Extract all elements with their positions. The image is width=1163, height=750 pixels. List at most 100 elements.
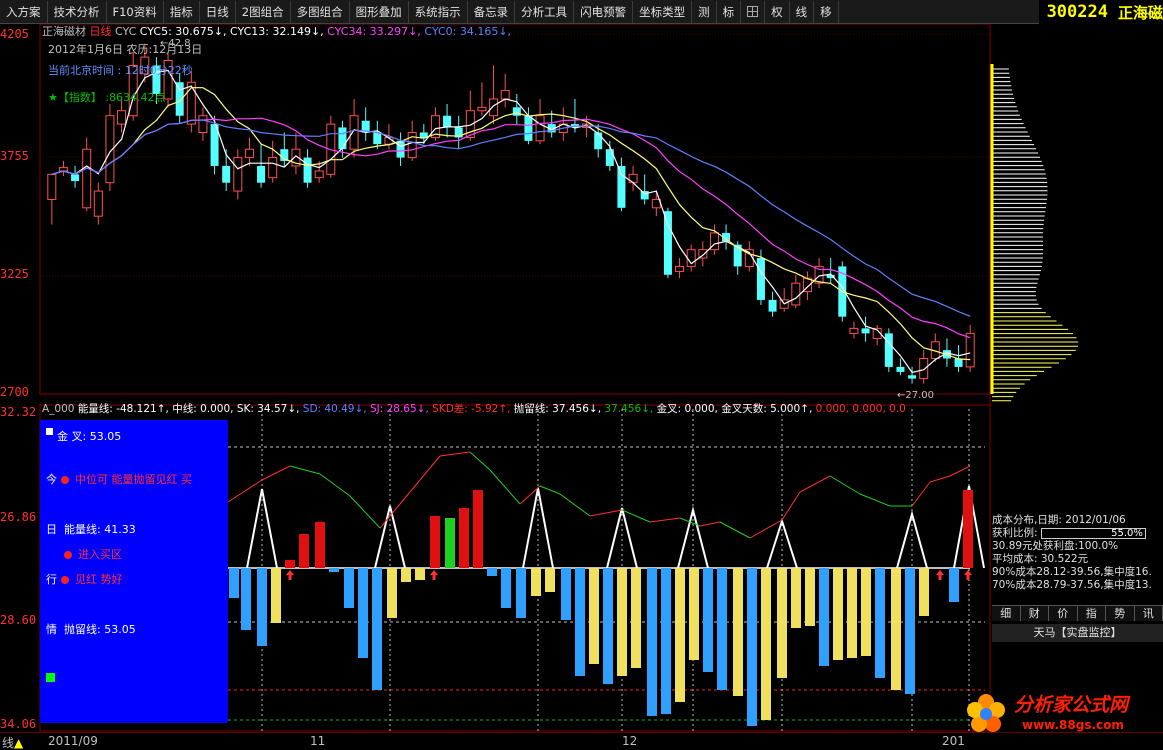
price-axis-label-2: 3225 bbox=[0, 267, 29, 281]
candle-body-6 bbox=[117, 110, 127, 125]
toolbar-tool-2[interactable] bbox=[741, 0, 766, 23]
toolbar-item-4[interactable]: 日线 bbox=[200, 0, 236, 23]
ma-line-cyc13 bbox=[51, 87, 971, 361]
indicator-bar-24 bbox=[575, 568, 585, 676]
info-row-3: 进入买区 bbox=[46, 546, 122, 562]
rp-tab-5[interactable]: 讯 bbox=[1135, 606, 1163, 621]
toolbar-item-6[interactable]: 多图组合 bbox=[291, 0, 350, 23]
rp-tab-1[interactable]: 财 bbox=[1021, 606, 1049, 621]
indicator-bar-9 bbox=[358, 568, 368, 658]
indicator-bar-35 bbox=[733, 568, 743, 696]
stock-name: 正海磁 bbox=[1117, 3, 1163, 22]
date-label-1: 11 bbox=[310, 734, 326, 748]
indicator-bar-14 bbox=[430, 516, 440, 568]
price-axis-label-3: 2700 bbox=[0, 385, 29, 399]
rp-tab-4[interactable]: 势 bbox=[1106, 606, 1135, 621]
toolbar-tool-0[interactable]: 测 bbox=[692, 0, 717, 23]
toolbar-tool-4[interactable]: 线 bbox=[790, 0, 815, 23]
cost-distribution-panel: 成本分布,日期: 2012/01/06 获利比例: 55.0% 30.89元处获… bbox=[992, 514, 1163, 592]
candle-body-75 bbox=[919, 358, 929, 380]
indicator-header: A_000 能量线: -48.121↑, 中线: 0.000, SK: 34.5… bbox=[42, 402, 906, 415]
toolbar-item-5[interactable]: 2图组合 bbox=[236, 0, 291, 23]
candle-body-54 bbox=[675, 265, 685, 272]
toolbar-item-8[interactable]: 系统指示 bbox=[409, 0, 468, 23]
rp-tab-3[interactable]: 指 bbox=[1078, 606, 1106, 621]
indicator-bar-2 bbox=[257, 568, 267, 646]
toolbar-item-10[interactable]: 分析工具 bbox=[515, 0, 575, 23]
ma-line-cyc34 bbox=[51, 117, 971, 339]
toolbar-item-1[interactable]: 技术分析 bbox=[48, 0, 107, 23]
toolbar-item-7[interactable]: 图形叠加 bbox=[350, 0, 409, 23]
candle-body-19 bbox=[268, 157, 278, 179]
indicator-bar-4 bbox=[285, 560, 295, 568]
candle-body-22 bbox=[303, 157, 312, 183]
candle-body-41 bbox=[524, 115, 533, 141]
indicator-bar-20 bbox=[516, 568, 526, 618]
candle-body-79 bbox=[965, 332, 975, 368]
info-jc: 金 叉: 53.05 bbox=[46, 428, 121, 444]
toolbar-tool-3[interactable]: 权 bbox=[765, 0, 790, 23]
candle-body-47 bbox=[594, 132, 603, 150]
watermark-title: 分析家公式网 bbox=[1014, 694, 1129, 716]
toolbar-tool-1[interactable]: 标 bbox=[717, 0, 742, 23]
rp-tab-0[interactable]: 细 bbox=[992, 606, 1021, 621]
indicator-bar-43 bbox=[847, 568, 857, 658]
toolbar-tool-5[interactable]: 移 bbox=[814, 0, 839, 23]
tianma-button[interactable]: 天马【实盘监控】 bbox=[992, 624, 1163, 642]
indicator-bar-28 bbox=[631, 568, 641, 668]
indicator-bar-27 bbox=[617, 568, 627, 676]
indicator-bar-16 bbox=[459, 508, 469, 568]
candle-body-25 bbox=[338, 127, 347, 150]
indicator-bar-42 bbox=[833, 568, 843, 660]
date-label-2: 12 bbox=[622, 734, 638, 748]
candle-body-30 bbox=[396, 140, 405, 158]
indicator-bar-5 bbox=[299, 534, 309, 568]
date-line: 2012年1月6日 农历:12月13日 bbox=[48, 42, 202, 56]
indicator-bar-33 bbox=[703, 568, 713, 672]
candle-body-64 bbox=[791, 282, 801, 306]
toolbar-item-0[interactable]: 入方案 bbox=[0, 0, 48, 23]
candle-body-49 bbox=[617, 165, 626, 208]
info-row-5: 情 抛留线: 53.05 bbox=[46, 623, 136, 636]
indicator-axis-label-2: 28.60 bbox=[0, 613, 36, 627]
candle-body-3 bbox=[82, 148, 92, 209]
candle-body-51 bbox=[640, 191, 649, 200]
indicator-bar-26 bbox=[603, 568, 613, 684]
indicator-bar-15 bbox=[445, 518, 455, 568]
indicator-bar-18 bbox=[487, 568, 497, 576]
indicator-bar-13 bbox=[415, 568, 425, 580]
indicator-bar-12 bbox=[401, 568, 411, 582]
candle-body-50 bbox=[628, 173, 638, 184]
toolbar-item-3[interactable]: 指标 bbox=[164, 0, 200, 23]
candle-body-0 bbox=[47, 173, 57, 200]
candle-body-26 bbox=[349, 115, 359, 150]
candle-body-15 bbox=[222, 165, 231, 183]
candle-body-61 bbox=[756, 258, 765, 300]
indicator-bar-21 bbox=[531, 568, 541, 596]
profit-row: 获利比例: 55.0% bbox=[992, 527, 1163, 540]
toolbar-item-11[interactable]: 闪电预警 bbox=[574, 0, 634, 23]
stock-code: 300224 bbox=[1046, 2, 1108, 22]
chart-header: 正海磁材 日线 CYC CYC5: 30.675↓, CYC13: 32.149… bbox=[42, 24, 511, 38]
indicator-axis-label-1: 26.86 bbox=[0, 510, 36, 524]
indicator-bar-1 bbox=[241, 568, 251, 630]
toolbar-item-12[interactable]: 坐标类型 bbox=[633, 0, 693, 23]
ticker: 300224 正海磁 bbox=[1038, 0, 1163, 24]
candle-body-69 bbox=[849, 327, 859, 334]
indicator-bar-50 bbox=[963, 490, 973, 568]
buy-arrow-icon-3 bbox=[964, 570, 972, 580]
indicator-bar-46 bbox=[891, 568, 901, 690]
indicator-axis-label-0: 32.32 bbox=[0, 405, 36, 419]
profit-bar: 55.0% bbox=[1040, 527, 1146, 539]
toolbar-item-2[interactable]: F10资料 bbox=[107, 0, 164, 23]
indicator-bar-48 bbox=[919, 568, 929, 616]
indicator-bar-17 bbox=[473, 490, 483, 568]
date-label-0: 2011/09 bbox=[48, 734, 98, 748]
cost-line-6: 70%成本28.79-37.56,集中度13. bbox=[992, 579, 1152, 591]
price-axis-label-1: 3755 bbox=[0, 149, 29, 163]
candle-body-11 bbox=[175, 82, 184, 116]
indicator-bar-25 bbox=[589, 568, 599, 664]
toolbar-item-9[interactable]: 备忘录 bbox=[468, 0, 516, 23]
rp-tab-2[interactable]: 价 bbox=[1049, 606, 1078, 621]
indicator-bar-40 bbox=[805, 568, 815, 626]
